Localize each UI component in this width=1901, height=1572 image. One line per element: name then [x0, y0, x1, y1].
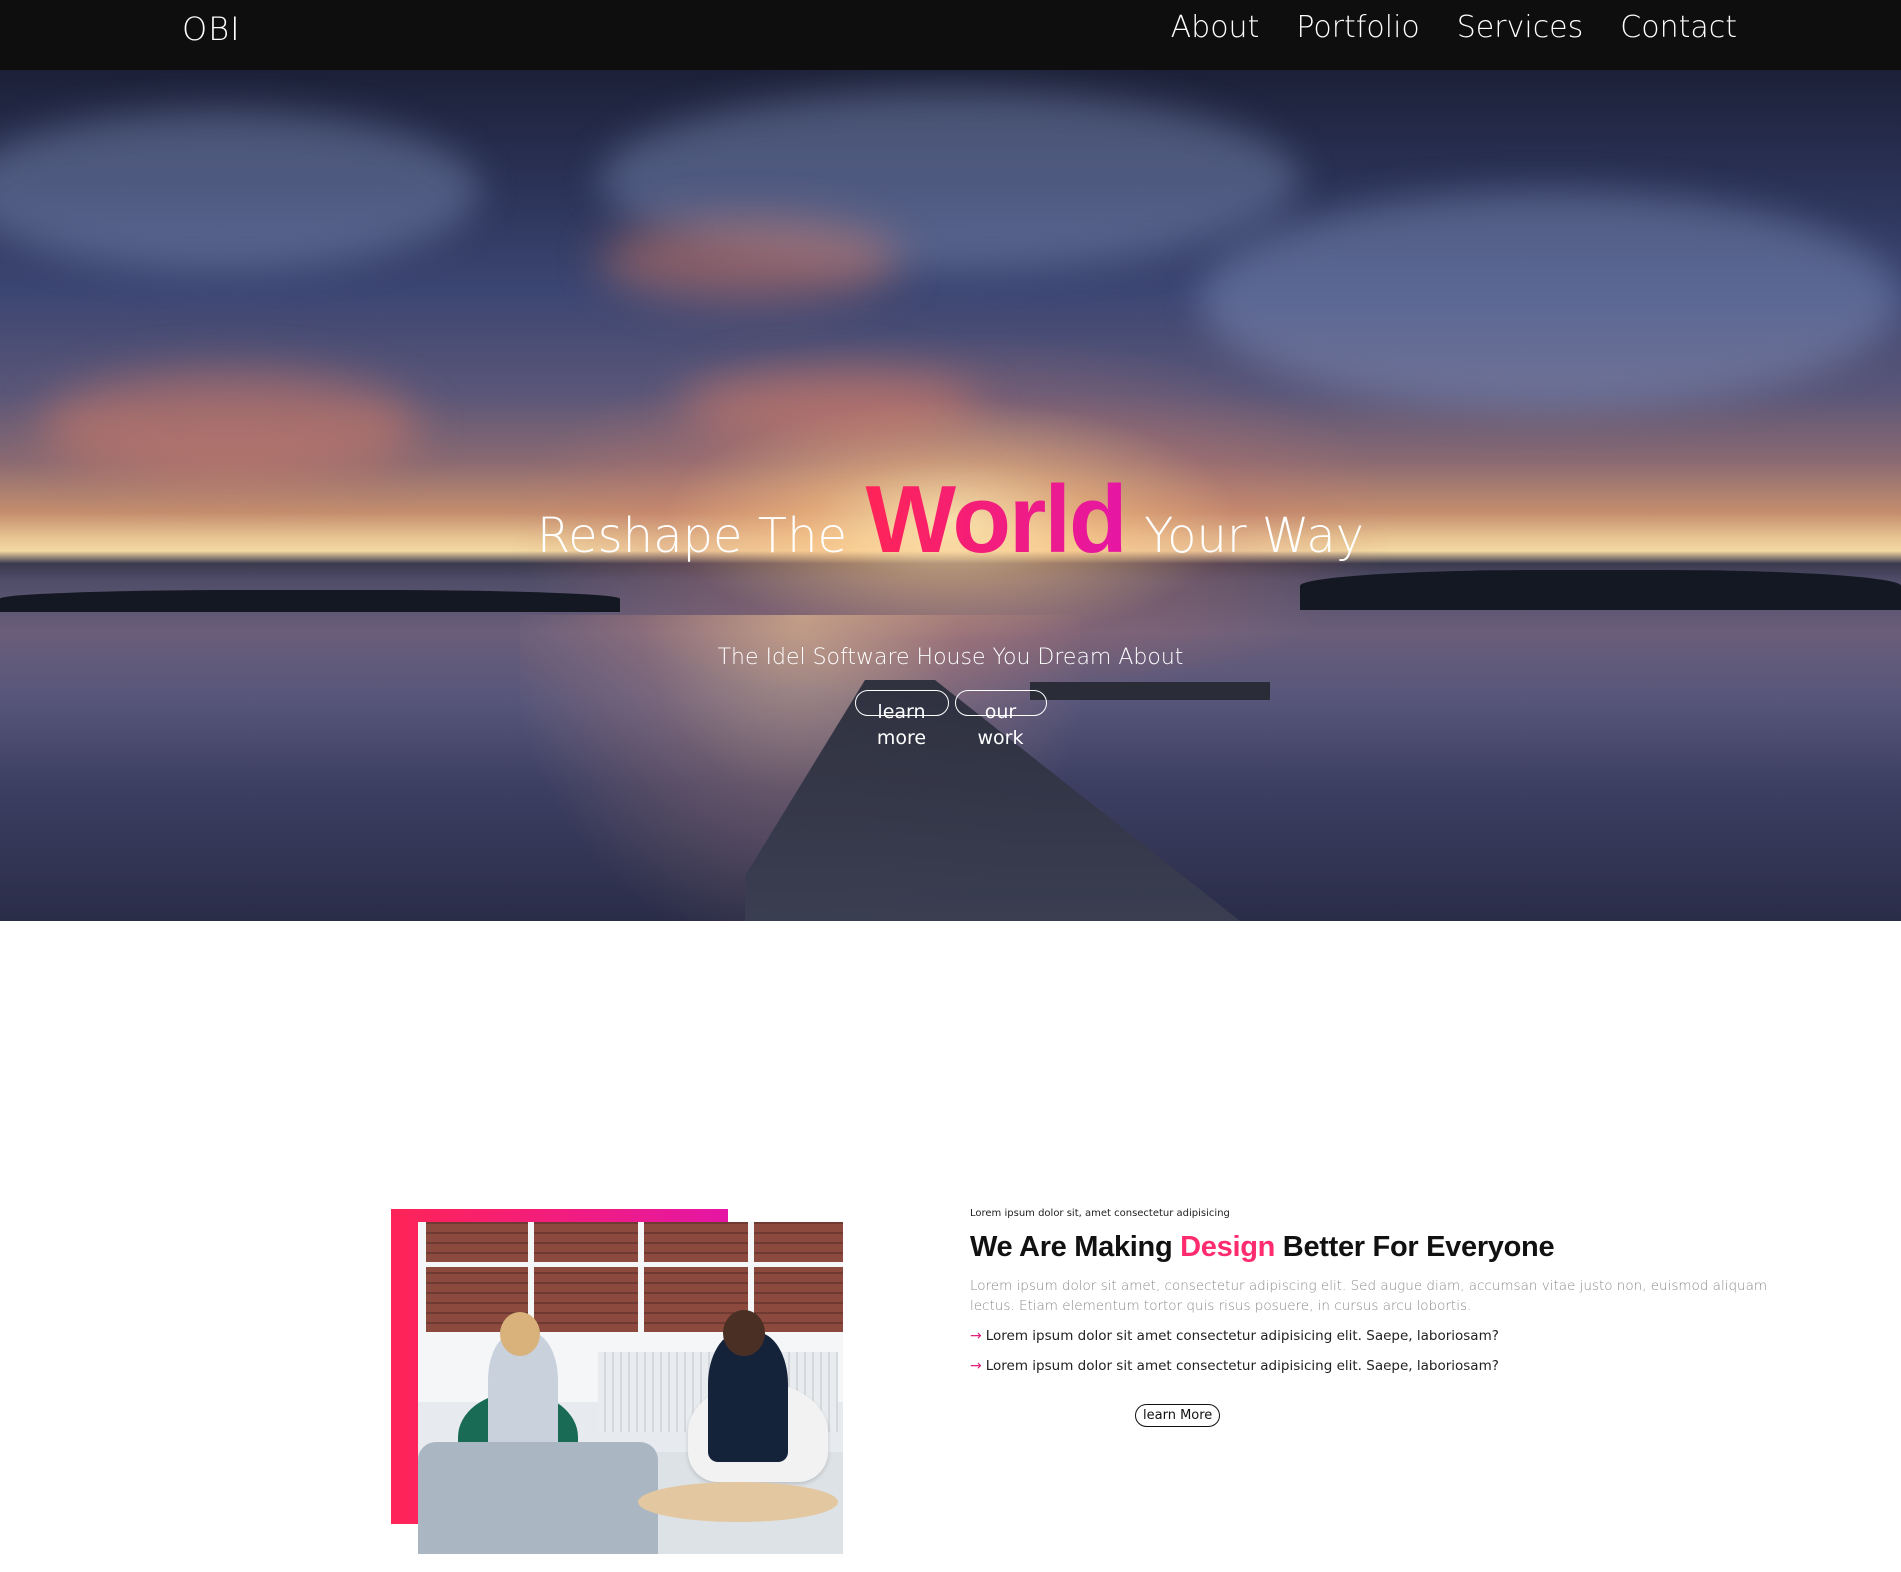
our-work-button[interactable]: our work: [954, 690, 1047, 749]
photo-person-right-head: [723, 1310, 765, 1356]
about-learn-more-button[interactable]: learn More: [1135, 1404, 1221, 1427]
arrow-right-icon: →: [970, 1358, 982, 1374]
hero-section: Reshape The World Your Way The Idel Soft…: [0, 70, 1901, 921]
nav-links: About Portfolio Services Contact: [1171, 10, 1737, 45]
arrow-right-icon: →: [970, 1328, 982, 1344]
photo-sofa: [418, 1442, 658, 1554]
photo-table: [638, 1482, 838, 1522]
hero-title: Reshape The World Your Way: [0, 465, 1901, 575]
photo-brick-wall: [418, 1222, 843, 1332]
nav-link-contact[interactable]: Contact: [1620, 10, 1737, 45]
about-heading-before: We Are Making: [970, 1231, 1173, 1263]
hero-title-before: Reshape The: [536, 508, 848, 564]
about-text: Lorem ipsum dolor sit, amet consectetur …: [970, 1208, 1790, 1427]
hero-subtitle: The Idel Software House You Dream About: [717, 645, 1184, 670]
learn-more-button[interactable]: learn more: [854, 690, 949, 749]
about-bullet-text: Lorem ipsum dolor sit amet consectetur a…: [985, 1328, 1499, 1344]
hero-title-after: Your Way: [1144, 508, 1365, 564]
nav-link-services[interactable]: Services: [1457, 10, 1584, 45]
about-bullet: → Lorem ipsum dolor sit amet consectetur…: [970, 1328, 1790, 1344]
photo-window-frame: [418, 1262, 843, 1267]
nav-link-about[interactable]: About: [1171, 10, 1260, 45]
hero-content: Reshape The World Your Way The Idel Soft…: [0, 70, 1901, 921]
nav-link-portfolio[interactable]: Portfolio: [1296, 10, 1419, 45]
photo-person-left-head: [500, 1312, 540, 1356]
brand-logo[interactable]: OBI: [182, 10, 241, 48]
hero-title-highlight: World: [865, 466, 1127, 573]
navbar: OBI About Portfolio Services Contact: [0, 0, 1901, 70]
about-heading-accent: Design: [1180, 1231, 1276, 1263]
about-bullet-text: Lorem ipsum dolor sit amet consectetur a…: [985, 1358, 1499, 1374]
about-eyebrow: Lorem ipsum dolor sit, amet consectetur …: [970, 1208, 1230, 1219]
about-image: [391, 1209, 843, 1554]
about-bullet: → Lorem ipsum dolor sit amet consectetur…: [970, 1358, 1790, 1374]
about-photo: [418, 1222, 843, 1554]
about-heading: We Are Making Design Better For Everyone: [970, 1231, 1790, 1264]
about-heading-after: Better For Everyone: [1282, 1231, 1555, 1263]
about-description: Lorem ipsum dolor sit amet, consectetur …: [970, 1278, 1767, 1314]
hero-buttons: learn more our work: [0, 690, 1901, 749]
